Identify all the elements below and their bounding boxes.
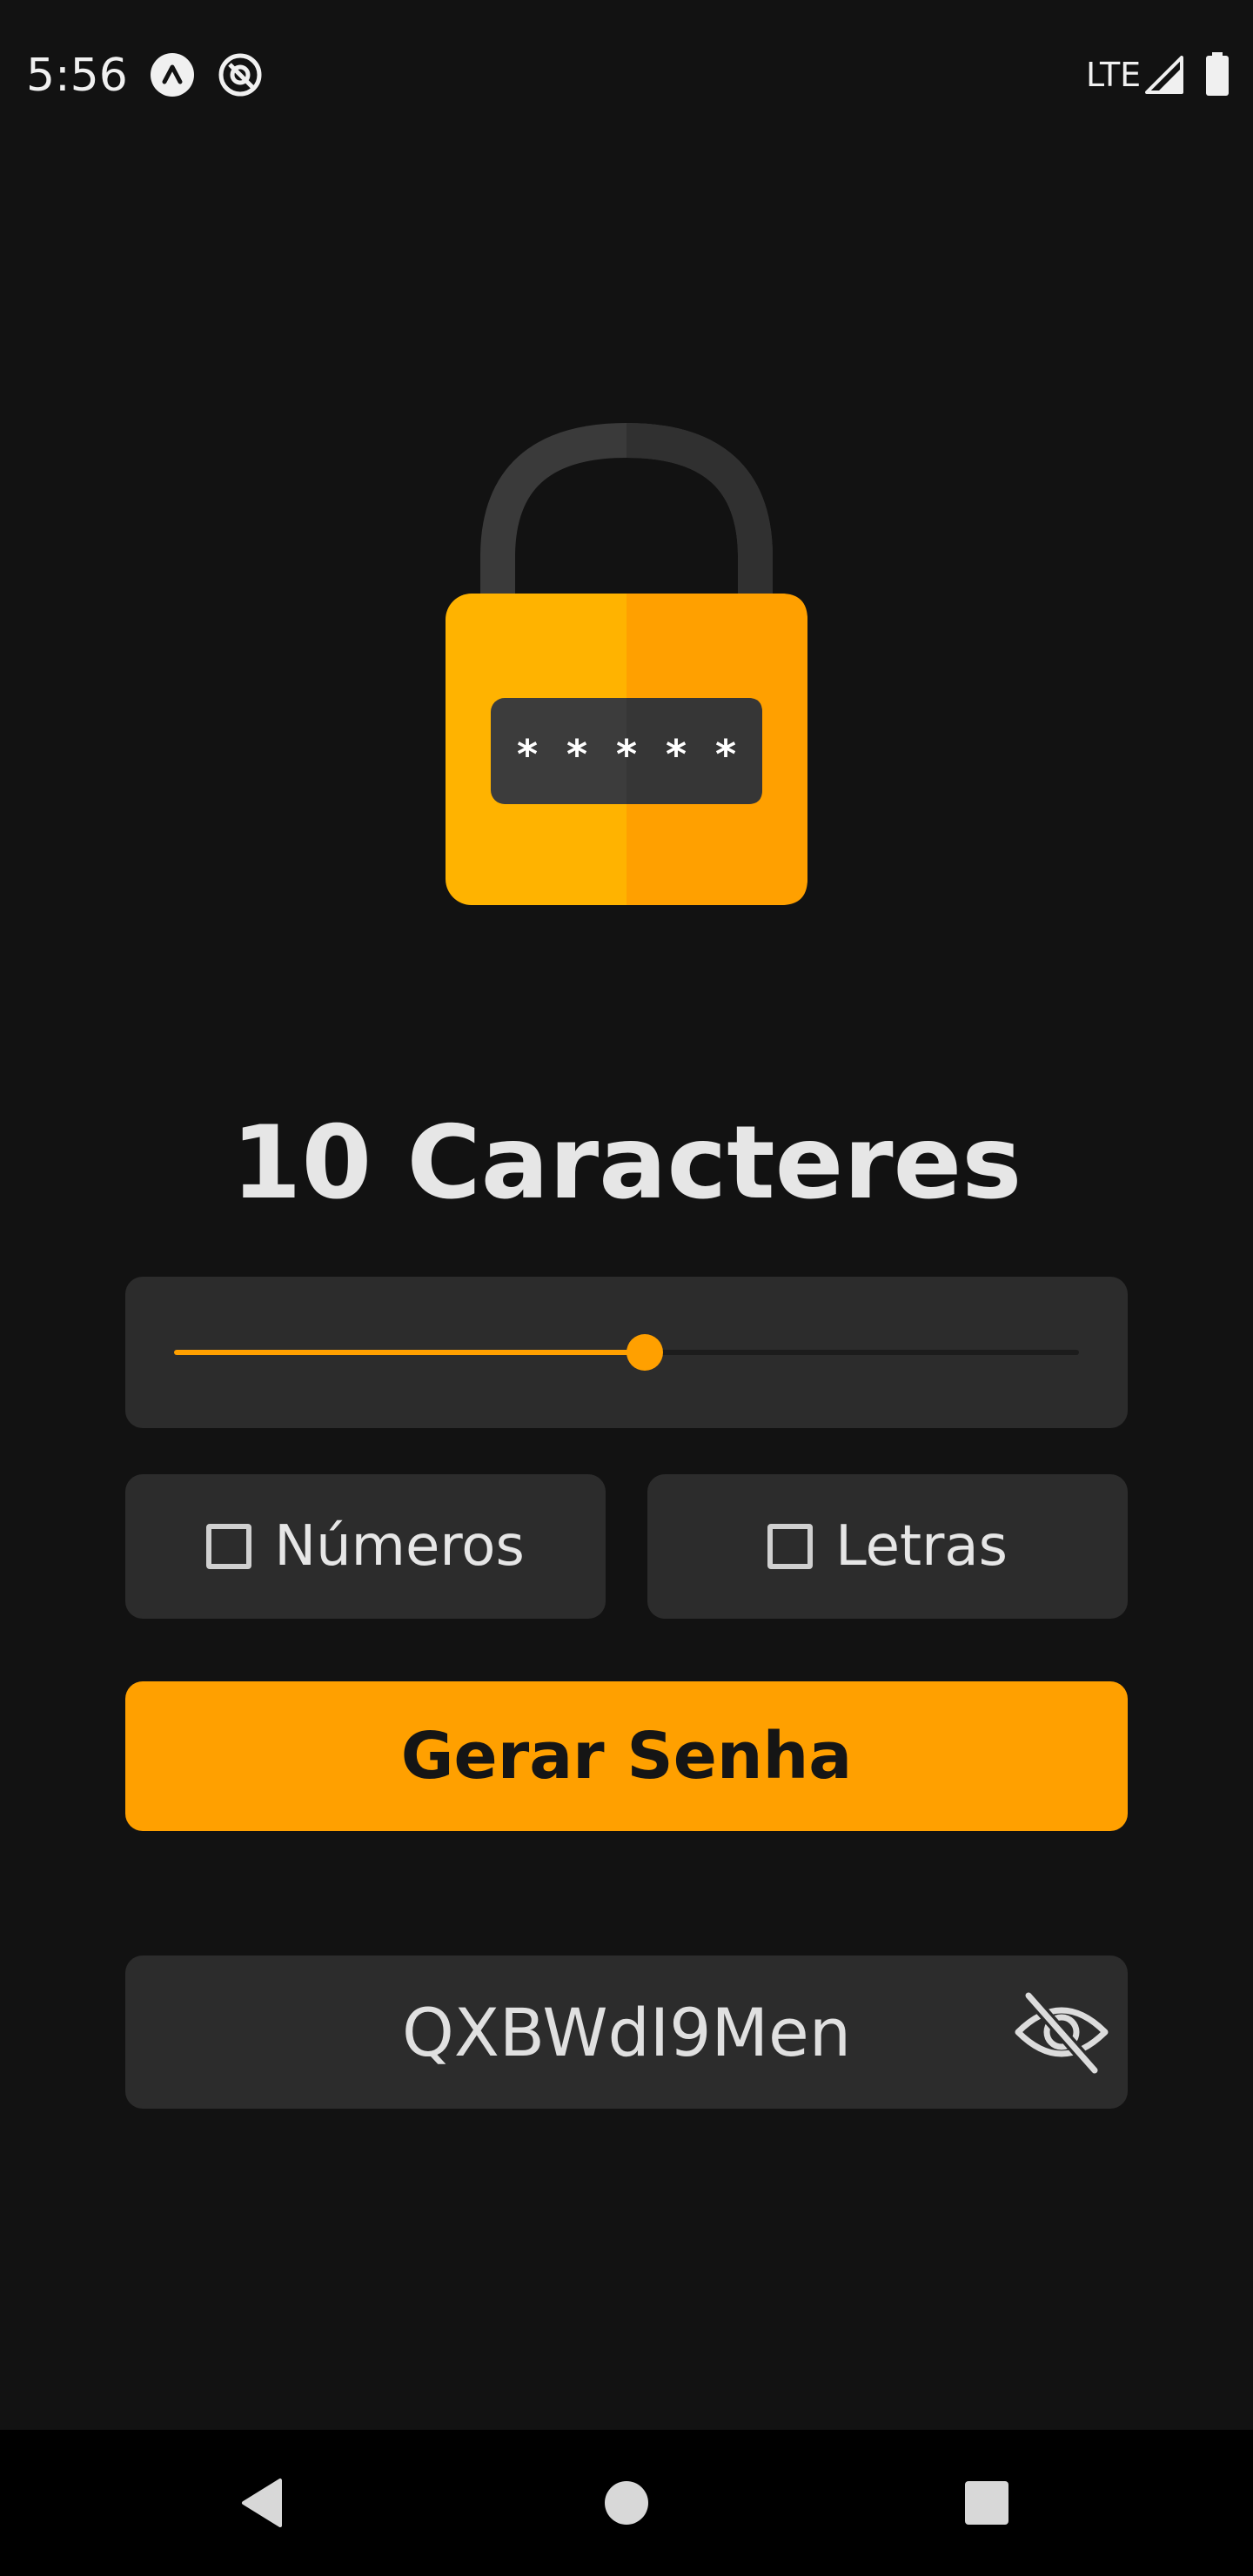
svg-text:*: *: [666, 731, 687, 778]
navigation-bar: [0, 2430, 1253, 2576]
letters-checkbox[interactable]: [767, 1524, 814, 1569]
home-icon[interactable]: [592, 2468, 661, 2538]
letters-checkbox-option[interactable]: Letras: [647, 1474, 1128, 1619]
numbers-checkbox[interactable]: [206, 1524, 252, 1569]
status-bar: 5:56 LTE: [0, 0, 1253, 148]
numbers-checkbox-label: Números: [274, 1514, 525, 1579]
svg-text:*: *: [517, 731, 538, 778]
svg-text:*: *: [616, 731, 637, 778]
padlock-password-icon: * * * * *: [446, 422, 807, 905]
svg-text:*: *: [566, 731, 587, 778]
back-icon[interactable]: [226, 2468, 296, 2538]
at-sign-notification-icon: [218, 53, 262, 97]
signal-icon: [1145, 56, 1183, 94]
generate-password-button[interactable]: Gerar Senha: [125, 1681, 1128, 1831]
slider-fill: [174, 1350, 645, 1355]
letters-checkbox-label: Letras: [835, 1514, 1008, 1579]
app-notification-icon: [151, 53, 194, 97]
recents-icon[interactable]: [952, 2468, 1022, 2538]
slider-thumb[interactable]: [626, 1334, 663, 1371]
password-display: QXBWdI9Men: [125, 1955, 1128, 2109]
svg-text:*: *: [715, 731, 736, 778]
status-time: 5:56: [26, 50, 128, 102]
eye-off-icon[interactable]: [1013, 1987, 1110, 2077]
length-title: 10 Caracteres: [231, 1104, 1022, 1222]
password-text: QXBWdI9Men: [402, 1993, 851, 2071]
length-slider-card: [125, 1277, 1128, 1428]
battery-icon: [1206, 52, 1229, 96]
numbers-checkbox-option[interactable]: Números: [125, 1474, 606, 1619]
network-type: LTE: [1086, 56, 1142, 94]
